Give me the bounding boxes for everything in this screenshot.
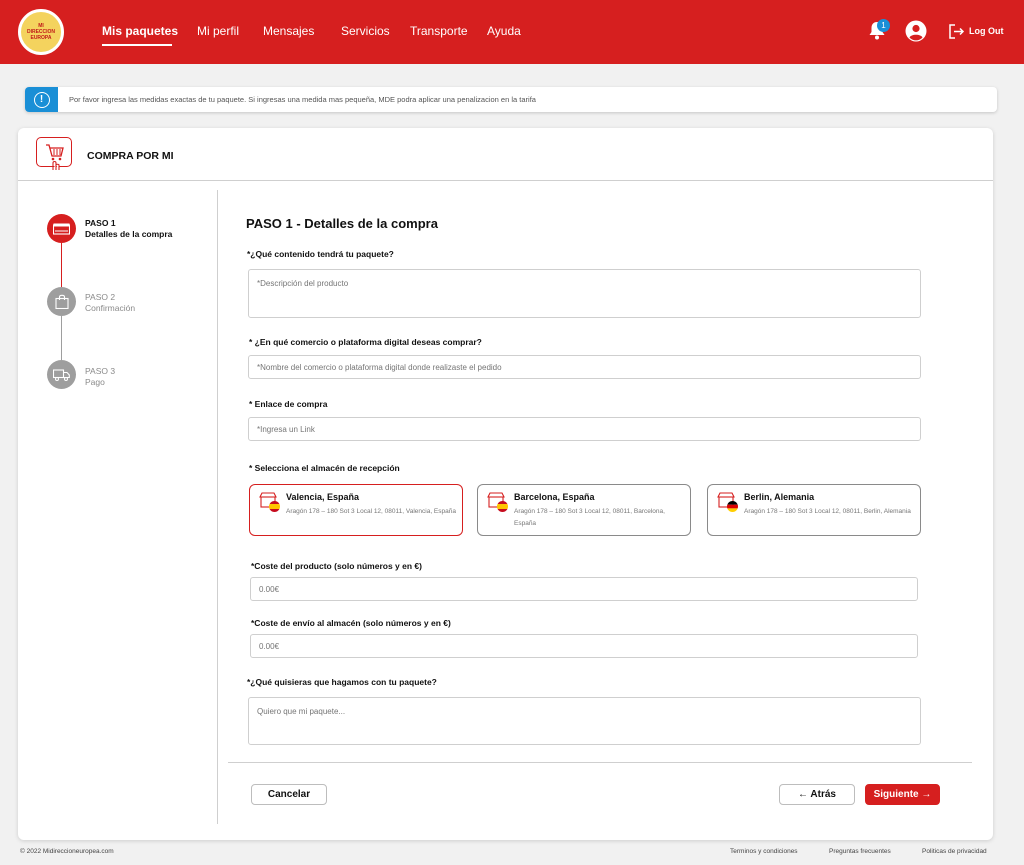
link-label: * Enlace de compra <box>249 399 328 409</box>
cancel-button[interactable]: Cancelar <box>251 784 327 805</box>
bag-icon <box>54 294 69 309</box>
warehouse-name: Barcelona, España <box>514 492 595 502</box>
nav-mi-perfil[interactable]: Mi perfil <box>197 24 239 38</box>
step-3-circle <box>47 360 76 389</box>
step-connector-2 <box>61 316 62 360</box>
nav-servicios[interactable]: Servicios <box>341 24 390 38</box>
spain-flag-icon <box>269 501 280 512</box>
footer-link-terms[interactable]: Terminos y condiciones <box>730 848 798 855</box>
step-1-label[interactable]: PASO 1 Detalles de la compra <box>85 218 172 240</box>
banner-text: Por favor ingresa las medidas exactas de… <box>69 95 536 104</box>
footer-link-privacy[interactable]: Politicas de privacidad <box>922 848 987 855</box>
warehouse-address: Aragón 178 – 180 Sot 3 Local 12, 08011, … <box>286 508 456 515</box>
warehouse-option-barcelona[interactable]: Barcelona, España Aragón 178 – 180 Sot 3… <box>477 484 691 536</box>
logout-icon <box>949 23 965 39</box>
step-3-number: PASO 3 <box>85 366 116 376</box>
next-button[interactable]: Siguiente → <box>865 784 940 805</box>
step-connector-1 <box>61 243 62 287</box>
brand-logo[interactable]: MI DIRECCION EUROPA <box>18 9 64 55</box>
step-1-number: PASO 1 <box>85 218 116 228</box>
warehouse-option-berlin[interactable]: Berlin, Alemania Aragón 178 – 180 Sot 3 … <box>707 484 921 536</box>
nav-mis-paquetes[interactable]: Mis paquetes <box>102 24 178 38</box>
measurement-warning-banner: ! Por favor ingresa las medidas exactas … <box>25 87 997 112</box>
warehouse-name: Valencia, España <box>286 492 360 502</box>
step-2-circle <box>47 287 76 316</box>
storefront-icon <box>53 223 70 235</box>
product-cost-input[interactable] <box>250 577 918 601</box>
purchase-form-card: COMPRA POR MI PASO 1 Detalles de la comp… <box>18 128 993 840</box>
back-button[interactable]: ← Atrás <box>779 784 855 805</box>
cart-icon-box <box>36 137 72 170</box>
shipping-cost-label: *Coste de envío al almacén (solo números… <box>251 618 451 628</box>
purchase-link-input[interactable] <box>248 417 921 441</box>
warehouse-label: * Selecciona el almacén de recepción <box>249 463 400 473</box>
spain-flag-icon <box>497 501 508 512</box>
step-3-label[interactable]: PASO 3 Pago <box>85 366 115 388</box>
logo-text: MI DIRECCION EUROPA <box>26 23 56 41</box>
step-2-name: Confirmación <box>85 303 136 313</box>
card-header: COMPRA POR MI <box>18 128 993 181</box>
instructions-label: *¿Qué quisieras que hagamos con tu paque… <box>247 677 437 687</box>
info-icon-box: ! <box>25 87 58 112</box>
nav-transporte[interactable]: Transporte <box>410 24 468 38</box>
germany-flag-icon <box>727 501 738 512</box>
warehouse-address: Aragón 178 – 180 Sot 3 Local 12, 08011, … <box>514 508 665 527</box>
card-title: COMPRA POR MI <box>87 150 174 162</box>
shipping-cost-input[interactable] <box>250 634 918 658</box>
warehouse-option-valencia[interactable]: Valencia, España Aragón 178 – 180 Sot 3 … <box>249 484 463 536</box>
step-1-name: Detalles de la compra <box>85 229 173 239</box>
warehouse-address: Aragón 178 – 180 Sot 3 Local 12, 08011, … <box>744 508 911 515</box>
footer-copyright: © 2022 Midireccioneuropea.com <box>20 848 114 855</box>
package-instructions-textarea[interactable] <box>248 697 921 745</box>
product-cost-label: *Coste del producto (solo números y en €… <box>251 561 422 571</box>
info-icon: ! <box>33 91 50 108</box>
form-title: PASO 1 - Detalles de la compra <box>246 216 438 231</box>
actions-divider <box>228 762 972 763</box>
warehouse-name: Berlin, Alemania <box>744 492 815 502</box>
top-navigation-bar: MI DIRECCION EUROPA Mis paquetes Mi perf… <box>0 0 1024 64</box>
shopping-cart-icon <box>46 144 64 170</box>
step-3-name: Pago <box>85 377 105 387</box>
product-description-textarea[interactable] <box>248 269 921 318</box>
store-label: * ¿En qué comercio o plataforma digital … <box>249 337 482 347</box>
step-2-label[interactable]: PASO 2 Confirmación <box>85 292 135 314</box>
logout-label: Log Out <box>969 26 1004 36</box>
step-2-number: PASO 2 <box>85 292 116 302</box>
store-name-input[interactable] <box>248 355 921 379</box>
logout-button[interactable]: Log Out <box>948 22 1004 40</box>
footer-link-faq[interactable]: Preguntas frecuentes <box>829 848 891 855</box>
truck-icon <box>53 368 70 381</box>
active-nav-underline <box>102 44 172 46</box>
notification-badge: 1 <box>877 19 890 32</box>
sidebar-divider <box>217 190 218 824</box>
content-label: *¿Qué contenido tendrá tu paquete? <box>247 249 394 259</box>
nav-mensajes[interactable]: Mensajes <box>263 24 314 38</box>
nav-ayuda[interactable]: Ayuda <box>487 24 521 38</box>
step-1-circle <box>47 214 76 243</box>
user-account-icon[interactable] <box>905 20 927 42</box>
